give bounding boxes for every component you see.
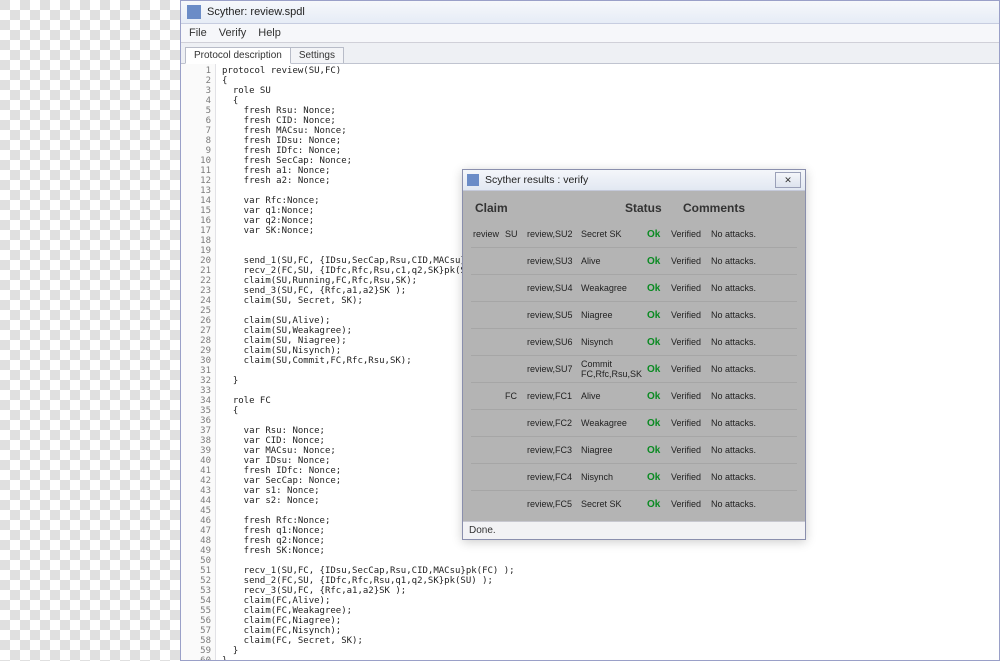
menubar: File Verify Help [181,24,999,43]
proto-cell: review [473,229,505,239]
id-cell: review,FC2 [527,418,581,428]
status-cell: Verified [671,337,711,347]
results-row[interactable]: review,SU6NisynchOkVerifiedNo attacks. [471,328,797,355]
results-row[interactable]: review,SU4WeakagreeOkVerifiedNo attacks. [471,274,797,301]
id-cell: review,SU2 [527,229,581,239]
id-cell: review,SU4 [527,283,581,293]
ok-cell: Ok [647,229,671,240]
status-cell: Verified [671,418,711,428]
results-row[interactable]: review,FC4NisynchOkVerifiedNo attacks. [471,463,797,490]
header-claim: Claim [475,201,625,215]
titlebar[interactable]: Scyther: review.spdl [181,1,999,24]
close-icon[interactable]: ✕ [775,172,801,188]
results-titlebar[interactable]: Scyther results : verify ✕ [463,170,805,191]
id-cell: review,SU5 [527,310,581,320]
results-footer: Done. [463,521,805,539]
id-cell: review,FC1 [527,391,581,401]
ok-cell: Ok [647,472,671,483]
claim-cell: Alive [581,391,647,401]
role-cell: FC [505,391,527,401]
comment-cell: No attacks. [711,445,795,455]
comment-cell: No attacks. [711,256,795,266]
results-row[interactable]: review,SU3AliveOkVerifiedNo attacks. [471,247,797,274]
results-row[interactable]: review,FC3NiagreeOkVerifiedNo attacks. [471,436,797,463]
results-row[interactable]: review,SU5NiagreeOkVerifiedNo attacks. [471,301,797,328]
window-title: Scyther: review.spdl [207,6,305,18]
tab-settings[interactable]: Settings [290,47,344,63]
role-cell: SU [505,229,527,239]
status-cell: Verified [671,364,711,374]
results-row[interactable]: reviewSUreview,SU2Secret SKOkVerifiedNo … [471,221,797,247]
comment-cell: No attacks. [711,364,795,374]
claim-cell: Nisynch [581,472,647,482]
comment-cell: No attacks. [711,472,795,482]
tab-protocol-description[interactable]: Protocol description [185,47,291,64]
results-row[interactable]: review,FC2WeakagreeOkVerifiedNo attacks. [471,409,797,436]
results-row[interactable]: review,FC5Secret SKOkVerifiedNo attacks. [471,490,797,517]
menu-verify[interactable]: Verify [219,27,247,39]
claim-cell: Commit FC,Rfc,Rsu,SK [581,359,647,379]
claim-cell: Weakagree [581,283,647,293]
line-gutter: 1 2 3 4 5 6 7 8 9 10 11 12 13 14 15 16 1… [181,64,216,660]
comment-cell: No attacks. [711,283,795,293]
claim-cell: Niagree [581,310,647,320]
status-cell: Verified [671,229,711,239]
status-cell: Verified [671,391,711,401]
header-status: Status [625,201,683,215]
id-cell: review,FC3 [527,445,581,455]
status-cell: Verified [671,310,711,320]
comment-cell: No attacks. [711,418,795,428]
tabbar: Protocol description Settings [181,43,999,64]
claim-cell: Weakagree [581,418,647,428]
comment-cell: No attacks. [711,391,795,401]
claim-cell: Alive [581,256,647,266]
results-window: Scyther results : verify ✕ Claim Status … [462,169,806,540]
comment-cell: No attacks. [711,499,795,509]
ok-cell: Ok [647,418,671,429]
id-cell: review,SU7 [527,364,581,374]
ok-cell: Ok [647,499,671,510]
status-cell: Verified [671,256,711,266]
menu-file[interactable]: File [189,27,207,39]
id-cell: review,FC5 [527,499,581,509]
claim-cell: Secret SK [581,229,647,239]
ok-cell: Ok [647,364,671,375]
status-cell: Verified [671,445,711,455]
comment-cell: No attacks. [711,229,795,239]
claim-cell: Secret SK [581,499,647,509]
id-cell: review,SU6 [527,337,581,347]
ok-cell: Ok [647,445,671,456]
comment-cell: No attacks. [711,310,795,320]
results-app-icon [467,174,479,186]
app-icon [187,5,201,19]
claim-cell: Niagree [581,445,647,455]
results-title: Scyther results : verify [485,174,588,186]
ok-cell: Ok [647,310,671,321]
status-cell: Verified [671,472,711,482]
status-cell: Verified [671,499,711,509]
results-row[interactable]: FCreview,FC1AliveOkVerifiedNo attacks. [471,382,797,409]
results-header-row: Claim Status Comments [471,199,797,221]
ok-cell: Ok [647,337,671,348]
claim-cell: Nisynch [581,337,647,347]
id-cell: review,SU3 [527,256,581,266]
comment-cell: No attacks. [711,337,795,347]
ok-cell: Ok [647,391,671,402]
header-comments: Comments [683,201,793,215]
results-body: Claim Status Comments reviewSUreview,SU2… [463,191,805,521]
ok-cell: Ok [647,283,671,294]
results-row[interactable]: review,SU7Commit FC,Rfc,Rsu,SKOkVerified… [471,355,797,382]
menu-help[interactable]: Help [258,27,281,39]
id-cell: review,FC4 [527,472,581,482]
ok-cell: Ok [647,256,671,267]
results-rows: reviewSUreview,SU2Secret SKOkVerifiedNo … [471,221,797,517]
status-cell: Verified [671,283,711,293]
